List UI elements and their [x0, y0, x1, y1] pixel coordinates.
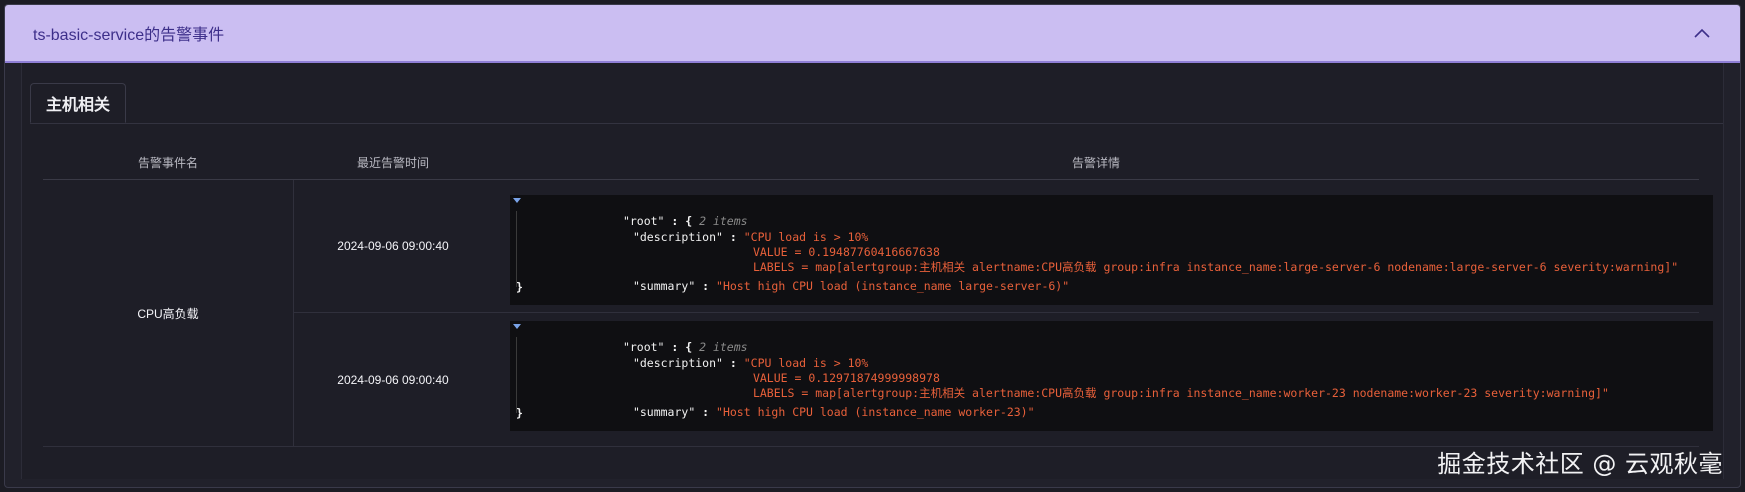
chevron-up-icon[interactable] [1692, 23, 1712, 43]
tab-host-related[interactable]: 主机相关 [30, 83, 126, 123]
json-summary-value: "Host high CPU load (instance_name large… [716, 279, 1070, 293]
json-summary-key: "summary" [632, 279, 696, 293]
json-summary-value: "Host high CPU load (instance_name worke… [716, 405, 1035, 419]
collapse-caret-icon[interactable] [513, 324, 521, 329]
column-header-last-alert-time: 最近告警时间 [356, 155, 429, 170]
table-header: 告警事件名 最近告警时间 告警详情 [43, 145, 1699, 180]
alert-table: 告警事件名 最近告警时间 告警详情 CPU高负载 2024-09-06 09:0… [43, 145, 1713, 447]
column-header-alert-details: 告警详情 [1071, 155, 1120, 170]
panel-title: ts-basic-service的告警事件 [33, 27, 225, 44]
alert-time: 2024-09-06 09:00:40 [337, 239, 449, 253]
table-row: 2024-09-06 09:00:40 "root" : { 2 items "… [294, 180, 1713, 313]
alert-events-panel: ts-basic-service的告警事件 主机相关 告警事件名 最近告警时间 … [4, 4, 1741, 488]
alert-event-name: CPU高负载 [43, 180, 294, 446]
tab-bar: 主机相关 [30, 83, 1723, 124]
json-summary-key: "summary" [632, 405, 696, 419]
column-header-event-name: 告警事件名 [137, 155, 198, 170]
table-row: 2024-09-06 09:00:40 "root" : { 2 items "… [294, 313, 1713, 446]
json-viewer: "root" : { 2 items "description" : "CPU … [510, 195, 1713, 305]
indent-guide [516, 211, 517, 287]
panel-header[interactable]: ts-basic-service的告警事件 [5, 5, 1740, 63]
json-viewer: "root" : { 2 items "description" : "CPU … [510, 321, 1713, 431]
collapse-caret-icon[interactable] [513, 198, 521, 203]
alert-time: 2024-09-06 09:00:40 [337, 372, 449, 387]
indent-guide [516, 337, 517, 413]
watermark: 掘金技术社区 @ 云观秋毫 [1437, 450, 1723, 478]
alert-group: CPU高负载 2024-09-06 09:00:40 "root" : { 2 … [43, 180, 1713, 447]
panel-body: 主机相关 告警事件名 最近告警时间 告警详情 CPU高负载 2024-09-06… [21, 63, 1724, 479]
